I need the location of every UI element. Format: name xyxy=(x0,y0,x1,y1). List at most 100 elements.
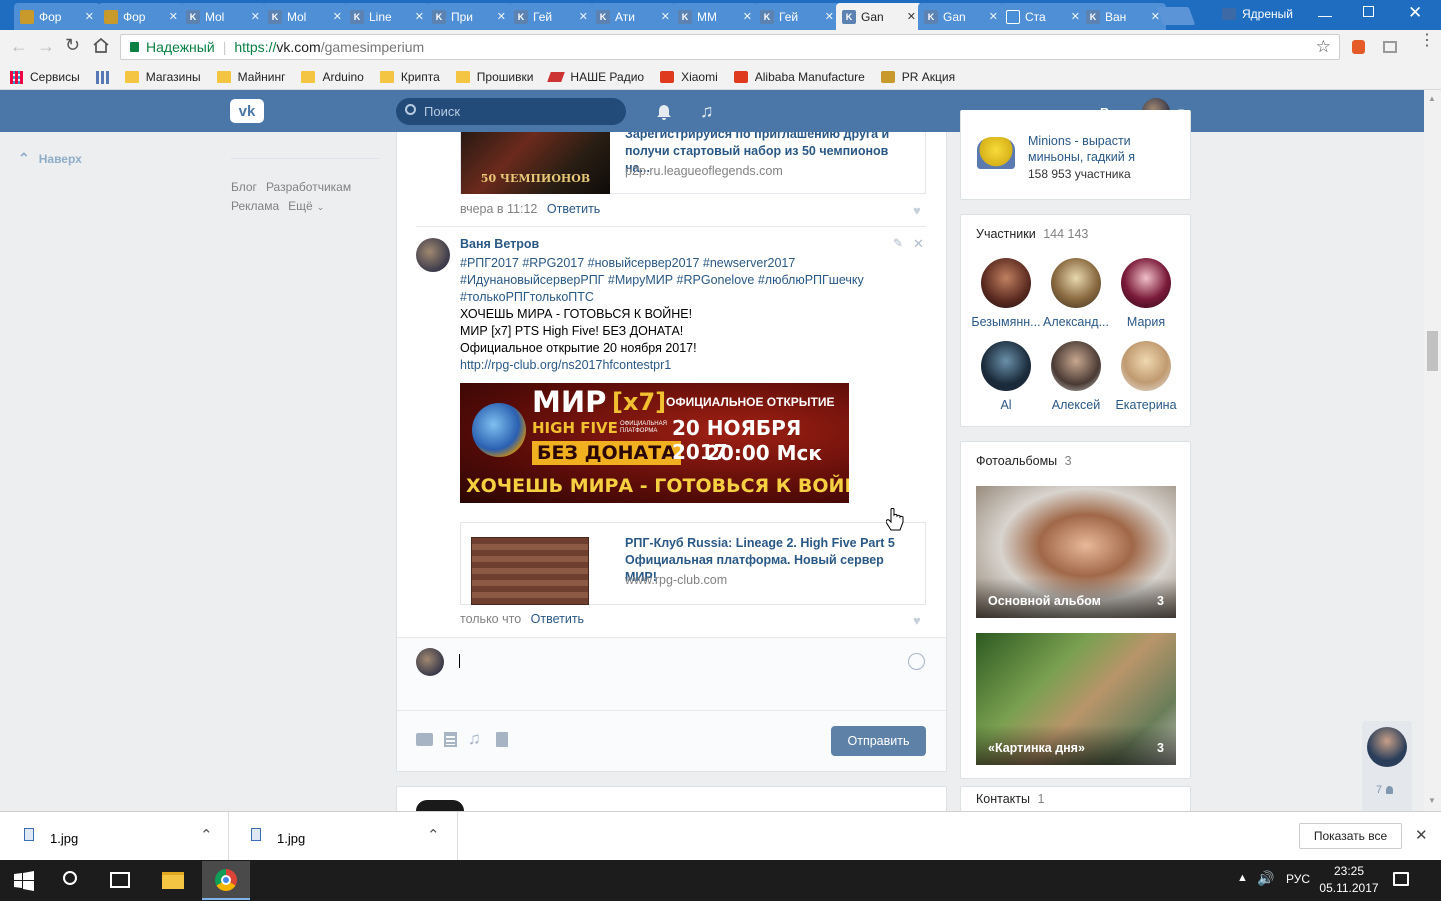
bookmark-crypto[interactable]: Крипта xyxy=(379,70,440,84)
hashtag-line[interactable]: #ИдунановыйсерверРПГ #МируМИР #RPGonelov… xyxy=(460,272,920,289)
member-name[interactable]: Александ... xyxy=(1040,315,1112,329)
browser-tab[interactable]: K Гей ✕ xyxy=(508,3,594,30)
scrollbar-thumb[interactable] xyxy=(1427,331,1438,371)
member-name[interactable]: Безымянн... xyxy=(970,315,1042,329)
footer-dev-link[interactable]: Разработчикам xyxy=(266,180,351,194)
member-avatar[interactable] xyxy=(1051,341,1101,391)
star-icon[interactable]: ☆ xyxy=(1316,37,1331,57)
address-bar[interactable]: Надежный | https:// vk.com /gamesimperiu… xyxy=(120,34,1340,60)
extension-icon[interactable] xyxy=(1352,40,1365,54)
top-post-time[interactable]: вчера в 11:12 xyxy=(460,202,537,216)
chat-friend-avatar[interactable] xyxy=(1367,727,1407,767)
footer-more-link[interactable]: Ещё xyxy=(288,199,313,213)
comment-author-avatar[interactable] xyxy=(416,238,450,272)
browser-tab[interactable]: K Line ✕ xyxy=(344,3,430,30)
search-input[interactable]: Поиск xyxy=(396,98,626,125)
scroll-down-arrow[interactable]: ▼ xyxy=(1428,796,1436,805)
menu-dots-icon[interactable]: ⋮ xyxy=(1419,33,1435,49)
comment-author-name[interactable]: Ваня Ветров xyxy=(460,237,539,251)
members-header[interactable]: Участники 144 143 xyxy=(976,227,1088,241)
album-picture-of-day[interactable]: «Картинка дня» 3 xyxy=(976,633,1176,765)
member-avatar[interactable] xyxy=(981,258,1031,308)
bookmark-pr[interactable]: PR Акция xyxy=(880,70,955,84)
album-main[interactable]: Основной альбом 3 xyxy=(976,486,1176,618)
home-icon[interactable] xyxy=(92,37,110,54)
maximize-button[interactable] xyxy=(1363,6,1374,17)
close-tab-icon[interactable]: ✕ xyxy=(415,10,424,23)
browser-tab[interactable]: K Gan ✕ xyxy=(918,3,1004,30)
scroll-up-arrow[interactable]: ▲ xyxy=(1428,94,1436,103)
attach-music-icon[interactable]: ♫ xyxy=(468,729,481,749)
attach-photo-icon[interactable] xyxy=(416,733,433,746)
minion-group-avatar[interactable] xyxy=(977,137,1015,169)
top-post-reply-link[interactable]: Ответить xyxy=(547,202,600,216)
extension-grid-icon[interactable] xyxy=(1383,41,1397,53)
bookmark-arduino[interactable]: Arduino xyxy=(301,70,364,84)
close-tab-icon[interactable]: ✕ xyxy=(743,10,752,23)
clock[interactable]: 23:25 05.11.2017 xyxy=(1318,863,1380,897)
profile-label[interactable]: Ядреный xyxy=(1222,7,1293,21)
member-avatar[interactable] xyxy=(1121,341,1171,391)
delete-close-icon[interactable]: ✕ xyxy=(913,236,924,252)
bookmark-alibaba[interactable]: Alibaba Manufacture xyxy=(733,70,865,84)
notifications-bell-icon[interactable] xyxy=(656,102,672,120)
comment-url-link[interactable]: http://rpg-club.org/ns2017hfcontestpr1 xyxy=(460,357,920,374)
heart-icon[interactable]: ♥ xyxy=(913,613,921,628)
attach-document-icon[interactable] xyxy=(496,732,508,747)
close-download-bar-icon[interactable]: ✕ xyxy=(1415,826,1428,844)
bookmark-apps[interactable]: Сервисы xyxy=(10,70,80,84)
chrome-taskbar-button[interactable] xyxy=(202,861,250,900)
comment-reply-link[interactable]: Ответить xyxy=(531,612,584,626)
browser-tab[interactable]: Фор ✕ xyxy=(14,3,100,30)
footer-blog-link[interactable]: Блог xyxy=(231,180,257,194)
download-item[interactable]: 1.jpg ⌃ xyxy=(231,812,458,860)
close-window-button[interactable]: ✕ xyxy=(1408,3,1422,23)
close-tab-icon[interactable]: ✕ xyxy=(85,10,94,23)
browser-tab[interactable]: K Ван ✕ xyxy=(1080,3,1166,30)
close-tab-icon[interactable]: ✕ xyxy=(251,10,260,23)
hashtag-line[interactable]: #РПГ2017 #RPG2017 #новыйсервер2017 #news… xyxy=(460,255,920,272)
browser-tab[interactable]: K MM ✕ xyxy=(672,3,758,30)
emoji-smile-icon[interactable] xyxy=(908,653,925,670)
close-tab-icon[interactable]: ✕ xyxy=(333,10,342,23)
close-tab-icon[interactable]: ✕ xyxy=(989,10,998,23)
close-tab-icon[interactable]: ✕ xyxy=(825,10,834,23)
browser-tab[interactable]: K Гей ✕ xyxy=(754,3,840,30)
download-item[interactable]: 1.jpg ⌃ xyxy=(0,812,229,860)
member-name[interactable]: Мария xyxy=(1110,315,1182,329)
comment-time[interactable]: только что xyxy=(460,612,521,626)
send-button[interactable]: Отправить xyxy=(831,726,926,756)
close-tab-icon[interactable]: ✕ xyxy=(497,10,506,23)
close-tab-icon[interactable]: ✕ xyxy=(169,10,178,23)
browser-tab[interactable]: K Mol ✕ xyxy=(262,3,348,30)
browser-tab[interactable]: K Ати ✕ xyxy=(590,3,676,30)
footer-ads-link[interactable]: Реклама xyxy=(231,199,279,213)
browser-tab[interactable]: Фор ✕ xyxy=(98,3,184,30)
member-name[interactable]: Екатерина xyxy=(1110,398,1182,412)
file-explorer-icon[interactable] xyxy=(162,872,184,889)
task-view-icon[interactable] xyxy=(110,872,130,888)
chevron-up-icon[interactable]: ⌃ xyxy=(200,826,213,844)
scroll-up-button[interactable]: ⌃ Наверх xyxy=(18,150,82,167)
albums-header[interactable]: Фотоальбомы 3 xyxy=(976,454,1072,468)
action-center-icon[interactable] xyxy=(1393,872,1409,886)
member-avatar[interactable] xyxy=(1121,258,1171,308)
bookmark-xiaomi[interactable]: Xiaomi xyxy=(660,70,718,84)
language-indicator[interactable]: РУС xyxy=(1286,872,1310,886)
browser-tab[interactable]: K Gan ✕ xyxy=(836,3,922,30)
taskbar-search-icon[interactable] xyxy=(63,871,77,885)
member-name[interactable]: Al xyxy=(970,398,1042,412)
member-name[interactable]: Алексей xyxy=(1040,398,1112,412)
contacts-header[interactable]: Контакты 1 xyxy=(976,792,1044,806)
close-tab-icon[interactable]: ✕ xyxy=(661,10,670,23)
volume-icon[interactable]: 🔊 xyxy=(1257,870,1274,887)
reload-icon[interactable]: ↻ xyxy=(65,35,80,56)
heart-icon[interactable]: ♥ xyxy=(913,203,921,218)
tray-chevron-up-icon[interactable]: ▲ xyxy=(1237,872,1248,884)
group-name-link[interactable]: Minions - вырасти миньоны, гадкий я xyxy=(1028,133,1178,165)
comment-input[interactable] xyxy=(455,645,930,701)
vk-logo[interactable]: vk xyxy=(230,99,264,123)
forward-icon[interactable]: → xyxy=(37,36,55,57)
minimize-button[interactable]: — xyxy=(1318,7,1332,23)
attach-video-icon[interactable] xyxy=(444,732,457,747)
